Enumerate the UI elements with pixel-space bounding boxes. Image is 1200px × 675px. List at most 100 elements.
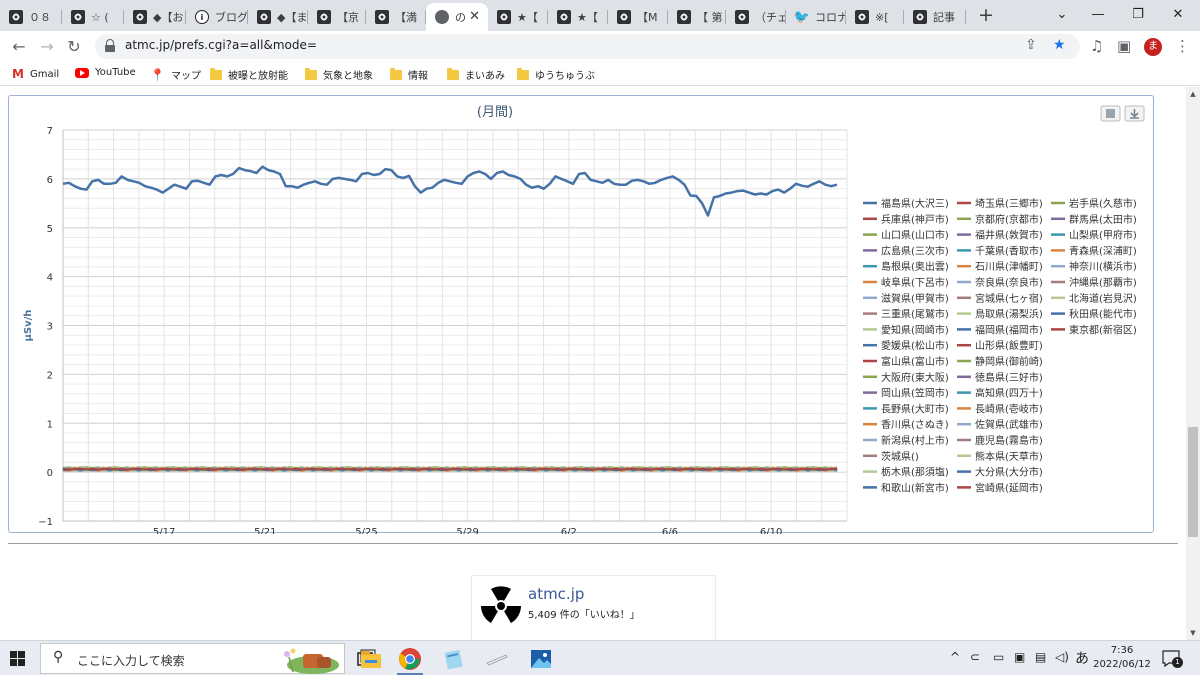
legend-item[interactable]: 宮崎県(延岡市) xyxy=(975,481,1043,494)
browser-tab[interactable]: 【満 xyxy=(366,3,426,31)
legend-item[interactable]: 島根県(奥出雲) xyxy=(881,260,949,273)
bookmark-item[interactable]: YouTube xyxy=(75,67,136,78)
legend-item[interactable]: 沖縄県(那覇市) xyxy=(1069,276,1137,289)
legend-item[interactable]: 茨城県() xyxy=(881,450,919,463)
legend-item[interactable]: 高知県(四万十) xyxy=(975,387,1043,400)
url-text[interactable]: atmc.jp/prefs.cgi?a=all&mode= xyxy=(125,38,317,52)
legend-item[interactable]: 福島県(大沢三) xyxy=(881,197,949,210)
browser-tab[interactable]: ０８ xyxy=(0,3,62,31)
side-panel-icon[interactable]: ▣ xyxy=(1117,37,1131,55)
scrollbar-thumb[interactable] xyxy=(1188,427,1198,537)
legend-item[interactable]: 福井県(敦賀市) xyxy=(975,229,1043,242)
legend-item[interactable]: 愛媛県(松山市) xyxy=(881,339,949,352)
browser-tab[interactable]: ★【 xyxy=(548,3,608,31)
legend-item[interactable]: 東京都(新宿区) xyxy=(1069,323,1137,336)
system-clock[interactable]: 7:36 2022/06/12 xyxy=(1092,644,1152,672)
legend-item[interactable]: 埼玉県(三郷市) xyxy=(975,197,1043,210)
legend-item[interactable]: 富山県(富山市) xyxy=(881,355,949,368)
legend-item[interactable]: 石川県(津幡町) xyxy=(975,260,1043,273)
legend-item[interactable]: 鹿児島(霧島市) xyxy=(975,434,1043,447)
legend-item[interactable]: 新潟県(村上市) xyxy=(881,434,949,447)
legend-item[interactable]: 栃木県(那須塩) xyxy=(881,466,949,479)
legend-item[interactable]: 神奈川(横浜市) xyxy=(1069,260,1137,273)
network-icon[interactable]: ▤ xyxy=(1035,650,1046,664)
bookmark-item[interactable]: まいあみ xyxy=(447,67,505,82)
legend-item[interactable]: 愛知県(岡崎市) xyxy=(881,323,949,336)
bookmark-item[interactable]: 📍 マップ xyxy=(150,67,201,83)
minimize-button[interactable]: — xyxy=(1083,4,1113,26)
media-control-icon[interactable]: ♫ xyxy=(1090,37,1103,55)
new-tab-button[interactable]: + xyxy=(975,4,997,26)
legend-item[interactable]: 広島県(三次市) xyxy=(881,244,949,257)
maximize-button[interactable]: ❐ xyxy=(1123,4,1153,26)
chrome-taskbar-icon[interactable] xyxy=(397,646,423,672)
legend-item[interactable]: 和歌山(新宮市) xyxy=(881,481,949,494)
vertical-scrollbar[interactable]: ▲ ▼ xyxy=(1186,87,1200,640)
browser-tab[interactable]: （チェ xyxy=(726,3,786,31)
legend-item[interactable]: 長野県(大町市) xyxy=(881,402,949,415)
notepad-app-icon[interactable] xyxy=(441,646,467,672)
legend-item[interactable]: 滋賀県(甲賀市) xyxy=(881,292,949,305)
legend-item[interactable]: 兵庫県(神戸市) xyxy=(881,213,949,226)
radiation-logo-icon[interactable] xyxy=(478,583,524,629)
browser-tab[interactable]: ※[ xyxy=(846,3,904,31)
legend-item[interactable]: 静岡県(御前崎) xyxy=(975,355,1043,368)
volume-icon[interactable]: ◁) xyxy=(1055,650,1069,664)
legend-item[interactable]: 千葉県(香取市) xyxy=(975,244,1043,257)
legend-item[interactable]: 群馬県(太田市) xyxy=(1069,213,1137,226)
bookmark-item[interactable]: 被曝と放射能 xyxy=(210,67,288,82)
tab-search-icon[interactable]: ⌄ xyxy=(1047,4,1077,26)
browser-tab[interactable]: i ブログ xyxy=(186,3,248,31)
legend-item[interactable]: 福岡県(福岡市) xyxy=(975,323,1043,336)
legend-item[interactable]: 山梨県(甲府市) xyxy=(1069,229,1137,242)
browser-tab[interactable]: ☆ ( xyxy=(62,3,124,31)
browser-tab[interactable]: ◆【ま xyxy=(248,3,308,31)
back-button[interactable]: ← xyxy=(7,35,31,59)
bookmark-item[interactable]: 気象と地象 xyxy=(305,67,373,82)
legend-item[interactable]: 京都府(京都市) xyxy=(975,213,1043,226)
browser-tab[interactable]: 【M xyxy=(608,3,668,31)
browser-tab[interactable]: 【京 xyxy=(308,3,366,31)
monitor-icon[interactable]: ▣ xyxy=(1014,650,1025,664)
browser-tab[interactable]: ★【 xyxy=(488,3,548,31)
legend-item[interactable]: 香川県(さぬき) xyxy=(881,419,949,431)
notification-center-icon[interactable]: 1 xyxy=(1160,648,1184,668)
taskbar-search-placeholder[interactable]: ここに入力して検索 xyxy=(77,652,185,669)
bookmark-item[interactable]: 情報 xyxy=(390,67,428,82)
forward-button[interactable]: → xyxy=(35,35,59,59)
address-bar[interactable]: atmc.jp/prefs.cgi?a=all&mode= ⇪ ★ xyxy=(95,34,1080,59)
legend-item[interactable]: 宮城県(七ヶ宿) xyxy=(975,292,1043,305)
legend-item[interactable]: 岩手県(久慈市) xyxy=(1069,197,1137,210)
legend-item[interactable]: 鳥取県(湯梨浜) xyxy=(975,308,1043,321)
legend-item[interactable]: 大分県(大分市) xyxy=(975,466,1043,479)
legend-item[interactable]: 山口県(山口市) xyxy=(881,229,949,242)
taskbar-search-box[interactable]: ⚲ ここに入力して検索 xyxy=(40,643,345,674)
legend-item[interactable]: 大阪府(東大阪) xyxy=(881,371,949,384)
legend-item[interactable]: 北海道(岩見沢) xyxy=(1069,292,1137,305)
scroll-up-arrow[interactable]: ▲ xyxy=(1186,87,1200,101)
scroll-down-arrow[interactable]: ▼ xyxy=(1186,626,1200,640)
legend-item[interactable]: 三重県(尾鷲市) xyxy=(881,308,949,321)
show-hidden-icons-chevron[interactable]: ^ xyxy=(950,650,960,664)
bookmark-item[interactable]: M Gmail xyxy=(12,67,59,81)
legend-item[interactable]: 秋田県(能代市) xyxy=(1069,308,1137,321)
legend-item[interactable]: 佐賀県(武雄市) xyxy=(975,418,1043,431)
browser-tab[interactable]: ◆【お xyxy=(124,3,186,31)
lock-icon[interactable] xyxy=(105,39,115,53)
legend-item[interactable]: 長崎県(壱岐市) xyxy=(975,402,1043,415)
pen-app-icon[interactable] xyxy=(484,646,510,672)
close-window-button[interactable]: ✕ xyxy=(1163,4,1193,26)
share-icon[interactable]: ⇪ xyxy=(1025,37,1037,53)
tab-active[interactable]: の ✕ xyxy=(426,3,488,31)
file-explorer-icon[interactable] xyxy=(358,646,384,672)
browser-tab[interactable]: 🐦 コロナ xyxy=(786,3,846,31)
battery-icon[interactable]: ▭ xyxy=(993,650,1004,664)
menu-kebab-icon[interactable]: ⋮ xyxy=(1175,37,1190,55)
bookmark-item[interactable]: ゆうちゅうぶ xyxy=(517,67,595,82)
close-tab-icon[interactable]: ✕ xyxy=(469,9,480,24)
series-line[interactable] xyxy=(62,467,838,471)
profile-avatar[interactable]: ま xyxy=(1144,38,1162,56)
legend-item[interactable]: 奈良県(奈良市) xyxy=(975,276,1043,289)
reload-button[interactable]: ↻ xyxy=(62,35,86,59)
photos-app-icon[interactable] xyxy=(528,646,554,672)
